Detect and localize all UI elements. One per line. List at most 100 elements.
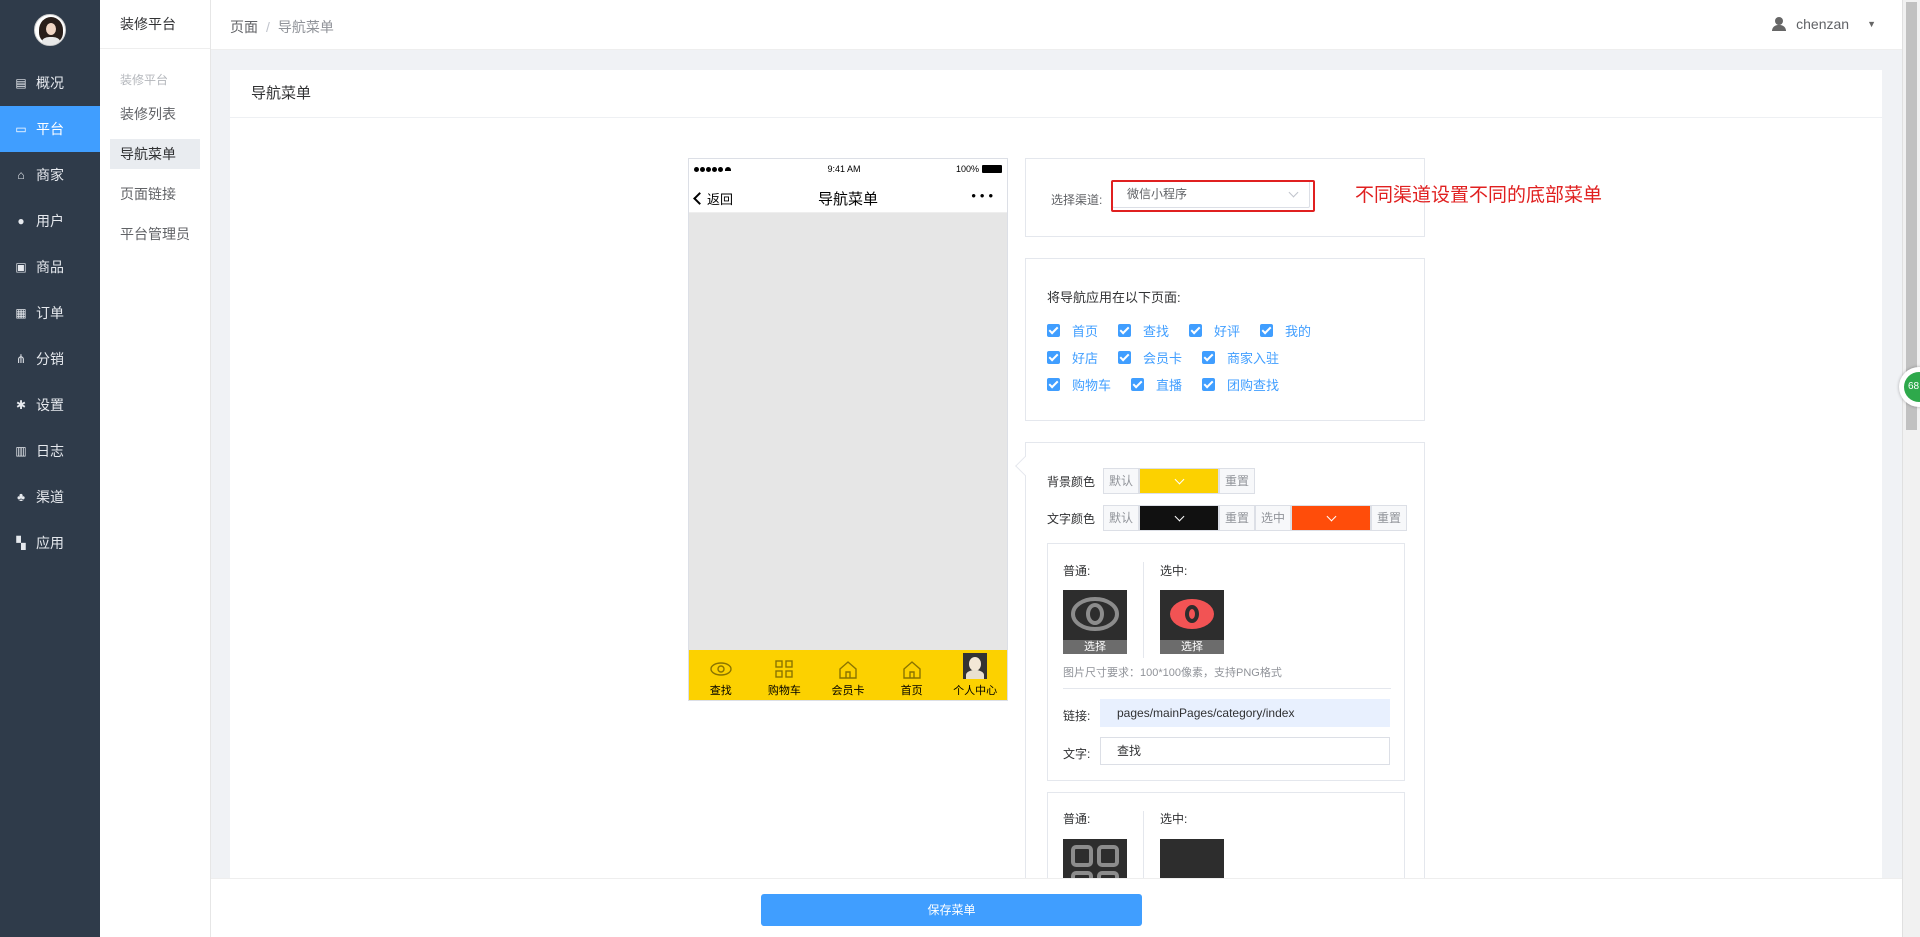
- checkbox-mine[interactable]: 我的: [1260, 321, 1311, 340]
- checkbox-label: 会员卡: [1143, 351, 1183, 366]
- selected-reset-button[interactable]: 重置: [1371, 505, 1408, 531]
- battery-icon: 100%: [956, 164, 1002, 174]
- eye-icon: [1071, 597, 1119, 631]
- tab-profile[interactable]: 个人中心: [943, 650, 1007, 700]
- annotation-text: 不同渠道设置不同的底部菜单: [1355, 185, 1603, 206]
- home-icon: [902, 658, 922, 680]
- checkbox-checked-icon: [1202, 378, 1216, 391]
- checkbox-find[interactable]: 查找: [1118, 321, 1169, 340]
- phone-preview: 9:41 AM 100% 返回 导航菜单 ••• 查找 购物车 会员卡 首页 个…: [688, 158, 1008, 701]
- nav-item-platform[interactable]: ▭ 平台: [0, 106, 100, 152]
- nav-label: 平台: [36, 121, 64, 137]
- tab-member-card[interactable]: 会员卡: [816, 650, 880, 700]
- nav-item-settings[interactable]: ✱ 设置: [0, 382, 100, 428]
- eye-filled-icon: [1170, 599, 1214, 629]
- tab-label: 首页: [900, 685, 923, 697]
- gear-icon: ✱: [15, 398, 27, 412]
- nav-label: 设置: [36, 397, 64, 413]
- nav-item-log[interactable]: ▥ 日志: [0, 428, 100, 474]
- text-default-button[interactable]: 默认: [1103, 505, 1140, 531]
- checkbox-label: 好评: [1214, 324, 1241, 339]
- bg-color-label: 背景颜色: [1047, 474, 1096, 489]
- phone-tab-bar: 查找 购物车 会员卡 首页 个人中心: [689, 650, 1007, 700]
- text-input[interactable]: 查找: [1100, 737, 1390, 765]
- checkbox-checked-icon: [1047, 351, 1060, 364]
- normal-icon-picker[interactable]: 选择: [1063, 590, 1127, 654]
- choose-button[interactable]: 选择: [1160, 640, 1224, 654]
- save-menu-button[interactable]: 保存菜单: [761, 894, 1142, 926]
- phone-title: 导航菜单: [817, 191, 878, 208]
- profile-avatar-icon: [963, 652, 988, 680]
- link-label: 链接:: [1063, 709, 1091, 723]
- choose-button[interactable]: 选择: [1063, 640, 1127, 654]
- avatar[interactable]: [34, 14, 66, 46]
- checkbox-live[interactable]: 直播: [1131, 375, 1182, 394]
- footer-bar: 保存菜单: [211, 878, 1902, 937]
- checkbox-review[interactable]: 好评: [1189, 321, 1240, 340]
- nav-label: 用户: [36, 213, 64, 229]
- username: chenzan: [1796, 16, 1850, 32]
- nav-item-apps[interactable]: ▚ 应用: [0, 520, 100, 566]
- tab-cart[interactable]: 购物车: [753, 650, 817, 700]
- chevron-down-icon: [1326, 511, 1337, 522]
- checkbox-label: 首页: [1072, 324, 1099, 339]
- selected-icon-picker[interactable]: 选择: [1160, 590, 1224, 654]
- nav-item-distribution[interactable]: ⋔ 分销: [0, 336, 100, 382]
- divider: [1063, 688, 1391, 689]
- nav-item-overview[interactable]: ▤ 概况: [0, 60, 100, 106]
- selected-label: 选中:: [1160, 564, 1188, 578]
- checkbox-group-find[interactable]: 团购查找: [1202, 375, 1279, 394]
- checkbox-row: 购物车 直播 团购查找: [1047, 375, 1299, 394]
- page-scrollbar[interactable]: [1902, 0, 1920, 937]
- user-menu[interactable]: chenzan ▼: [1772, 16, 1876, 32]
- nav-item-order[interactable]: ▦ 订单: [0, 290, 100, 336]
- breadcrumb-pages[interactable]: 页面: [230, 19, 258, 35]
- sub-item-nav-menu[interactable]: 导航菜单: [110, 139, 200, 169]
- dashboard-icon: ▤: [15, 76, 27, 90]
- checkbox-row: 好店 会员卡 商家入驻: [1047, 348, 1299, 367]
- nav-item-user[interactable]: ● 用户: [0, 198, 100, 244]
- scrollbar-thumb[interactable]: [1906, 2, 1917, 430]
- checkbox-label: 团购查找: [1227, 378, 1280, 393]
- nav-item-merchant[interactable]: ⌂ 商家: [0, 152, 100, 198]
- card-title: 导航菜单: [230, 70, 1882, 118]
- checkbox-row: 首页 查找 好评 我的: [1047, 321, 1331, 340]
- phone-status-bar: 9:41 AM 100%: [689, 159, 1007, 179]
- selected-color-picker[interactable]: [1291, 505, 1372, 531]
- divider: [1143, 562, 1144, 658]
- nav-label: 渠道: [36, 489, 64, 505]
- normal-label: 普通:: [1063, 564, 1091, 578]
- channel-label: 选择渠道:: [1051, 193, 1103, 207]
- text-color-picker[interactable]: [1139, 505, 1220, 531]
- more-icon[interactable]: •••: [971, 188, 997, 203]
- sub-item-page-links[interactable]: 页面链接: [110, 179, 200, 209]
- tab-home[interactable]: 首页: [880, 650, 944, 700]
- checkbox-good-store[interactable]: 好店: [1047, 348, 1098, 367]
- bg-reset-button[interactable]: 重置: [1219, 468, 1256, 494]
- nav-label: 商家: [36, 167, 64, 183]
- breadcrumb-separator: /: [266, 19, 270, 35]
- link-input[interactable]: pages/mainPages/category/index: [1100, 699, 1390, 727]
- nav-label: 商品: [36, 259, 64, 275]
- checkbox-home[interactable]: 首页: [1047, 321, 1098, 340]
- bg-default-button[interactable]: 默认: [1103, 468, 1140, 494]
- channel-icon: ♣: [17, 490, 25, 504]
- nav-item-channel[interactable]: ♣ 渠道: [0, 474, 100, 520]
- checkbox-member-card[interactable]: 会员卡: [1118, 348, 1182, 367]
- nav-item-goods[interactable]: ▣ 商品: [0, 244, 100, 290]
- breadcrumb-current: 导航菜单: [277, 19, 334, 35]
- text-reset-button[interactable]: 重置: [1219, 505, 1256, 531]
- checkbox-cart[interactable]: 购物车: [1047, 375, 1111, 394]
- floating-widget[interactable]: 68: [1899, 367, 1920, 407]
- sub-item-list[interactable]: 装修列表: [110, 99, 200, 129]
- text-color-row: 文字颜色 默认 重置 选中 重置: [1047, 505, 1408, 531]
- bg-color-picker[interactable]: [1139, 468, 1220, 494]
- tab-label: 查找: [709, 685, 732, 697]
- sub-sidebar: 装修平台 装修平台 装修列表 导航菜单 页面链接 平台管理员: [100, 0, 211, 937]
- distribution-icon: ⋔: [15, 352, 27, 366]
- home-icon: [838, 658, 858, 680]
- checkbox-merchant-join[interactable]: 商家入驻: [1202, 348, 1279, 367]
- tab-find[interactable]: 查找: [689, 650, 753, 700]
- selected-color-label: 选中: [1255, 505, 1292, 531]
- sub-item-admins[interactable]: 平台管理员: [110, 219, 200, 249]
